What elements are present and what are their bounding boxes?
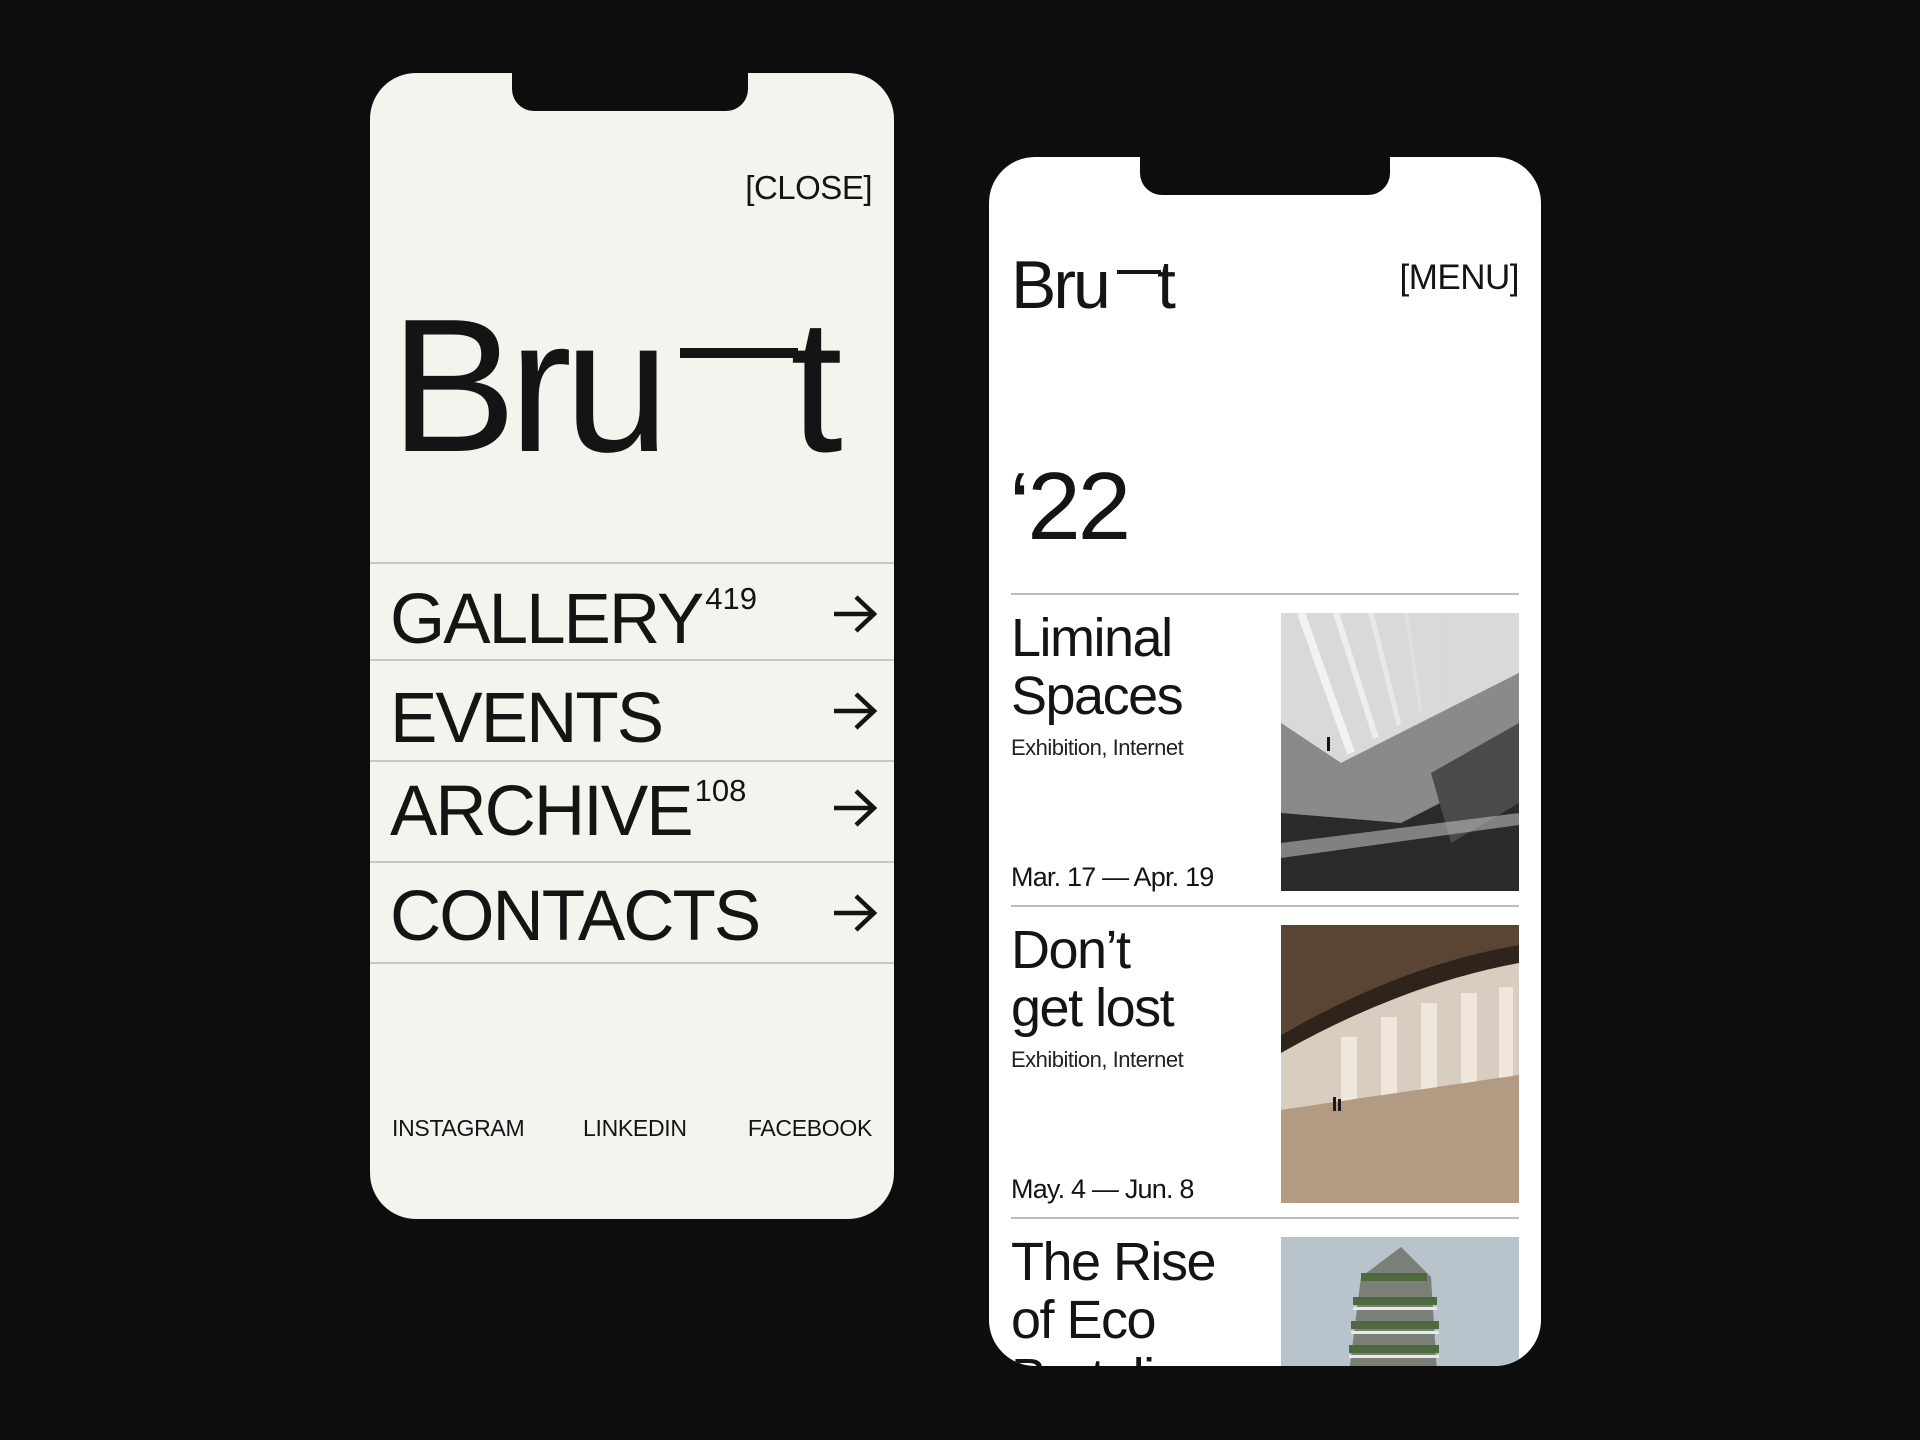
item-count: 419 — [705, 581, 757, 616]
event-thumbnail — [1281, 1237, 1519, 1366]
title-line: The Rise — [1011, 1232, 1217, 1292]
title-line: Brutalism — [1011, 1349, 1241, 1366]
home-screen: Bru t [MENU] ‘22 Liminal Spaces Exhibiti… — [989, 157, 1541, 1366]
menu-item-gallery[interactable]: GALLERY419 — [370, 564, 894, 661]
event-tags: Exhibition, Internet — [1011, 735, 1184, 760]
event-thumbnail — [1281, 925, 1519, 1203]
title-line: Spaces — [1011, 666, 1184, 726]
menu-item-label: ARCHIVE108 — [390, 772, 747, 851]
menu-button[interactable]: [MENU] — [1400, 258, 1520, 298]
facebook-link[interactable]: FACEBOOK — [748, 1115, 872, 1142]
event-list: Liminal Spaces Exhibition, Internet Mar.… — [1011, 593, 1519, 1366]
title-line: Don’t — [1011, 920, 1131, 980]
logo-text-bru: Bru — [1011, 254, 1108, 312]
year-heading: ‘22 — [1009, 453, 1131, 560]
menu-screen: [CLOSE] Bru t GALLERY419 EVENTS ARCHIVE1… — [370, 73, 894, 1219]
event-card[interactable]: Liminal Spaces Exhibition, Internet Mar.… — [1011, 595, 1519, 907]
logo-text-t: t — [1157, 254, 1176, 312]
event-title: Liminal Spaces — [1011, 609, 1241, 725]
phone-notch — [512, 73, 748, 111]
event-title: Don’t get lost — [1011, 921, 1241, 1037]
instagram-link[interactable]: INSTAGRAM — [392, 1115, 525, 1142]
thumbnail-image — [1281, 1237, 1519, 1366]
brand-logo[interactable]: Bru t — [1011, 254, 1189, 312]
menu-item-label: EVENTS — [390, 679, 664, 758]
event-tags: Exhibition, Internet — [1011, 1047, 1184, 1072]
arrow-right-icon — [834, 894, 878, 932]
arrow-right-icon — [834, 789, 878, 827]
menu-item-contacts[interactable]: CONTACTS — [370, 863, 894, 964]
event-title: The Rise of Eco Brutalism — [1011, 1233, 1241, 1366]
title-line: of Eco — [1011, 1290, 1157, 1350]
logo-dash — [1117, 270, 1161, 274]
event-dates: Mar. 17 — Apr. 19 — [1011, 862, 1214, 892]
item-count: 108 — [694, 773, 747, 808]
menu-item-label: CONTACTS — [390, 877, 761, 956]
brand-logo: Bru t — [390, 306, 843, 466]
title-line: Liminal — [1011, 608, 1173, 668]
menu-item-events[interactable]: EVENTS — [370, 661, 894, 762]
phone-notch — [1140, 157, 1390, 195]
event-dates: May. 4 — Jun. 8 — [1011, 1174, 1194, 1204]
thumbnail-image — [1281, 925, 1519, 1203]
main-menu: GALLERY419 EVENTS ARCHIVE108 CONTACTS — [370, 562, 894, 964]
title-line: get lost — [1011, 978, 1175, 1038]
logo-text-bru: Bru — [390, 306, 662, 466]
menu-item-label: GALLERY419 — [390, 580, 757, 659]
arrow-right-icon — [834, 595, 878, 633]
linkedin-link[interactable]: LINKEDIN — [583, 1115, 687, 1142]
logo-text-t: t — [790, 306, 843, 466]
logo-dash — [680, 348, 798, 358]
event-card[interactable]: Don’t get lost Exhibition, Internet May.… — [1011, 907, 1519, 1219]
event-thumbnail — [1281, 613, 1519, 891]
arrow-right-icon — [834, 692, 878, 730]
menu-item-archive[interactable]: ARCHIVE108 — [370, 762, 894, 863]
close-button[interactable]: [CLOSE] — [745, 169, 872, 207]
event-card[interactable]: The Rise of Eco Brutalism — [1011, 1219, 1519, 1366]
thumbnail-image — [1281, 613, 1519, 891]
